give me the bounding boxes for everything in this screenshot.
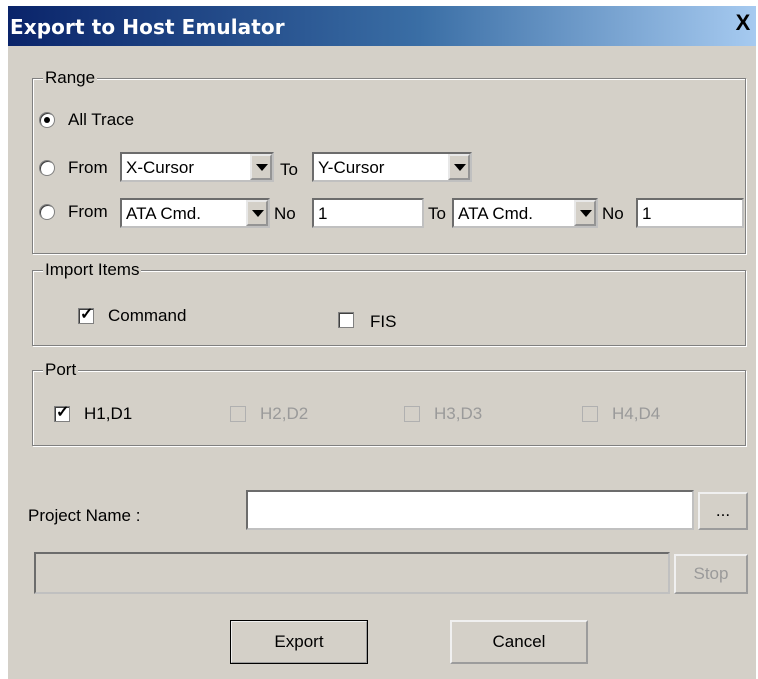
chevron-down-icon[interactable] <box>246 200 268 226</box>
to-number-input[interactable]: 1 <box>636 198 744 228</box>
stop-button[interactable]: Stop <box>674 554 748 594</box>
export-dialog: Export to Host Emulator X Range All Trac… <box>8 6 756 679</box>
progress-bar <box>34 552 670 594</box>
to-command-select[interactable]: ATA Cmd. <box>452 198 598 228</box>
cmd-no2-label: No <box>602 204 624 223</box>
browse-button[interactable]: ... <box>698 492 748 530</box>
cmd-to-label: To <box>428 204 446 223</box>
fis-label: FIS <box>370 312 397 331</box>
to-cursor-value: Y-Cursor <box>318 158 385 177</box>
chevron-down-icon[interactable] <box>250 154 272 180</box>
port-legend: Port <box>43 360 79 380</box>
checkmark-icon: ✓ <box>80 306 94 323</box>
port-h1d1-checkbox[interactable]: ✓ <box>54 404 70 422</box>
from-command-value: ATA Cmd. <box>126 204 201 223</box>
cursor-to-label: To <box>280 160 298 179</box>
from-number-input[interactable]: 1 <box>312 198 424 228</box>
to-command-value: ATA Cmd. <box>458 204 533 223</box>
title-bar: Export to Host Emulator <box>8 6 756 46</box>
command-range-radio[interactable] <box>39 204 55 220</box>
port-h1d1-label: H1,D1 <box>84 404 133 423</box>
port-h2d2-label: H2,D2 <box>260 404 309 423</box>
fis-checkbox[interactable] <box>338 312 354 328</box>
all-trace-radio[interactable] <box>39 112 55 128</box>
port-h3d3-label: H3,D3 <box>434 404 483 423</box>
port-h3d3-checkbox[interactable] <box>404 406 420 422</box>
from-cursor-select[interactable]: X-Cursor <box>120 152 274 182</box>
from-number-value: 1 <box>318 204 328 223</box>
checkmark-icon: ✓ <box>56 404 70 421</box>
command-label: Command <box>108 306 187 325</box>
to-cursor-select[interactable]: Y-Cursor <box>312 152 472 182</box>
cursor-range-radio[interactable] <box>39 160 55 176</box>
from-command-select[interactable]: ATA Cmd. <box>120 198 270 228</box>
port-h2d2-checkbox[interactable] <box>230 406 246 422</box>
command-checkbox[interactable]: ✓ <box>78 306 94 324</box>
cmd-no-label: No <box>274 204 296 223</box>
cmd-from-label: From <box>68 202 108 221</box>
project-name-input[interactable] <box>246 490 694 530</box>
range-legend: Range <box>43 68 98 88</box>
chevron-down-icon[interactable] <box>574 200 596 226</box>
all-trace-label: All Trace <box>68 110 135 129</box>
chevron-down-icon[interactable] <box>448 154 470 180</box>
port-h4d4-checkbox[interactable] <box>582 406 598 422</box>
cursor-from-label: From <box>68 158 108 177</box>
import-items-legend: Import Items <box>43 260 142 280</box>
cancel-button[interactable]: Cancel <box>450 620 588 664</box>
close-button[interactable]: X <box>732 12 754 35</box>
window-title: Export to Host Emulator <box>10 15 285 39</box>
project-name-label: Project Name : <box>28 506 141 525</box>
port-h4d4-label: H4,D4 <box>612 404 661 423</box>
to-number-value: 1 <box>642 204 652 223</box>
from-cursor-value: X-Cursor <box>126 158 195 177</box>
export-button[interactable]: Export <box>230 620 368 664</box>
